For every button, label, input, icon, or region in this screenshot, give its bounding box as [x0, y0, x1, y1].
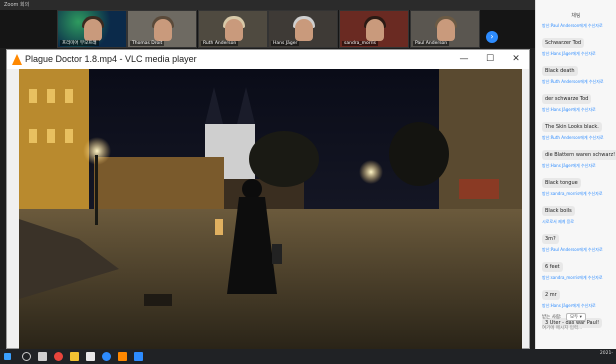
close-button[interactable]: ✕	[503, 50, 529, 69]
maximize-button[interactable]: ☐	[477, 50, 503, 69]
chrome-icon[interactable]	[54, 352, 63, 361]
chat-message: 방신:Ruth Anderson에게 수신자로 der schwarze Tod	[542, 79, 616, 104]
chat-input[interactable]: 여기에 메시지 입력...	[542, 325, 614, 331]
video-frame[interactable]	[19, 69, 522, 349]
chat-message: 방신:Ruth Anderson에게 수신자로 die Blattern war…	[542, 135, 616, 160]
chat-message-list: 방신:Paul Anderson에게 수신자로 Schwarzer Tod 방신…	[542, 20, 616, 328]
chat-message-meta: 방신:Hans Jäger에게 수신자로	[542, 51, 596, 56]
chat-message-text: Black tongue	[542, 178, 581, 188]
chat-message-meta: 방신:sandra_morris에게 수신자로	[542, 275, 603, 280]
clock-date: 2021-	[599, 351, 613, 356]
chat-message-text: 6 feet	[542, 262, 563, 272]
task-view-icon[interactable]	[38, 352, 47, 361]
chat-message-text: 3m?	[542, 234, 559, 244]
participant-tile[interactable]: Paul Anderson	[410, 10, 480, 48]
chat-message-meta: 방신:sandra_morris에게 수신자로	[542, 191, 603, 196]
chat-message-meta: 방신:Hans Jäger에게 수신자로	[542, 163, 596, 168]
zoom-window-title: Zoom 회의	[0, 0, 535, 10]
vlc-cone-icon	[12, 54, 22, 65]
participant-tile[interactable]: 프리미어 부모프래	[57, 10, 127, 48]
chat-message-meta: 방신:Ruth Anderson에게 수신자로	[542, 135, 604, 140]
participant-name: 프리미어 부모프래	[60, 40, 99, 46]
zoom-taskbar-icon[interactable]	[134, 352, 143, 361]
participant-name: Hans Jäger	[271, 41, 300, 46]
chat-message-meta: 방신:Paul Anderson에게 수신자로	[542, 23, 603, 28]
chat-header: 채팅	[571, 13, 581, 19]
vlc-title-bar[interactable]: Plague Doctor 1.8.mp4 - VLC media player…	[7, 50, 529, 69]
participant-name: sandra_morris	[342, 41, 379, 46]
chat-message-meta: 방신:Hans Jäger에게 수신자로	[542, 107, 596, 112]
chat-message-text: The Skin Looks black.	[542, 122, 602, 132]
taskbar: 2021-	[0, 349, 616, 364]
chat-message: 방신:sandra_morris에게 수신자로 Black boils	[542, 191, 616, 216]
chat-message-meta: 방신:Paul Anderson에게 수신자로	[542, 247, 603, 252]
start-icon[interactable]	[4, 353, 11, 360]
app-icon[interactable]	[86, 352, 95, 361]
chat-message: 방신:sandra_morris에게 수신자로 2 mr	[542, 275, 616, 300]
chevron-down-icon: ▾	[579, 315, 582, 320]
video-scene-illustration	[19, 69, 522, 349]
chat-message: 방신:Hans Jäger에게 수신자로 Black death	[542, 51, 616, 76]
gallery-next-button[interactable]: ›	[486, 31, 498, 43]
chat-to-label: 받는 사람:	[542, 315, 562, 320]
search-icon[interactable]	[22, 352, 31, 361]
participant-tile[interactable]: Thomas Droit	[127, 10, 197, 48]
chat-recipient-select[interactable]: 모두 ▾	[565, 313, 586, 321]
participant-tile[interactable]: sandra_morris	[339, 10, 409, 48]
chat-recipient-value: 모두	[569, 315, 579, 320]
participant-name: Thomas Droit	[130, 41, 165, 46]
chat-message-meta: 방신:Ruth Anderson에게 수신자로	[542, 79, 604, 84]
chat-message-text: Black death	[542, 66, 578, 76]
chat-message-meta: 시로로서 제게 응로	[542, 219, 574, 224]
chat-message-text: Black boils	[542, 206, 575, 216]
participant-name: Paul Anderson	[413, 41, 450, 46]
file-explorer-icon[interactable]	[70, 352, 79, 361]
vlc-window: Plague Doctor 1.8.mp4 - VLC media player…	[6, 49, 530, 349]
vlc-taskbar-icon[interactable]	[118, 352, 127, 361]
chat-panel: 채팅 방신:Paul Anderson에게 수신자로 Schwarzer Tod…	[535, 0, 616, 349]
chat-message-text: der schwarze Tod	[542, 94, 592, 104]
chat-message: 방신:Paul Anderson에게 수신자로 Schwarzer Tod	[542, 23, 616, 48]
clock[interactable]: 2021-	[600, 351, 613, 356]
participant-name: Ruth Anderson	[201, 41, 239, 46]
chat-message: 방신:Hans Jäger에게 수신자로 Black tongue	[542, 163, 616, 188]
minimize-button[interactable]: —	[451, 50, 477, 69]
participant-tile[interactable]: Hans Jäger	[268, 10, 338, 48]
chat-message: 방신:Hans Jäger에게 수신자로 The Skin Looks blac…	[542, 107, 616, 132]
chat-message-text: 2 mr	[542, 290, 560, 300]
vlc-window-title: Plague Doctor 1.8.mp4 - VLC media player	[25, 54, 197, 64]
participant-tile[interactable]: Ruth Anderson	[198, 10, 268, 48]
chat-message: 시로로서 제게 응로 3m?	[542, 219, 616, 244]
chat-footer: 받는 사람: 모두 ▾ 여기에 메시지 입력...	[542, 313, 614, 331]
chat-message-meta: 방신:Hans Jäger에게 수신자로	[542, 303, 596, 308]
participant-gallery: 프리미어 부모프래 Thomas Droit Ruth Anderson Han…	[0, 10, 535, 48]
chat-message-text: die Blattern waren schwarz!	[542, 150, 616, 160]
edge-icon[interactable]	[102, 352, 111, 361]
chat-message: 방신:Paul Anderson에게 수신자로 6 feet	[542, 247, 616, 272]
chat-message-text: Schwarzer Tod	[542, 38, 585, 48]
